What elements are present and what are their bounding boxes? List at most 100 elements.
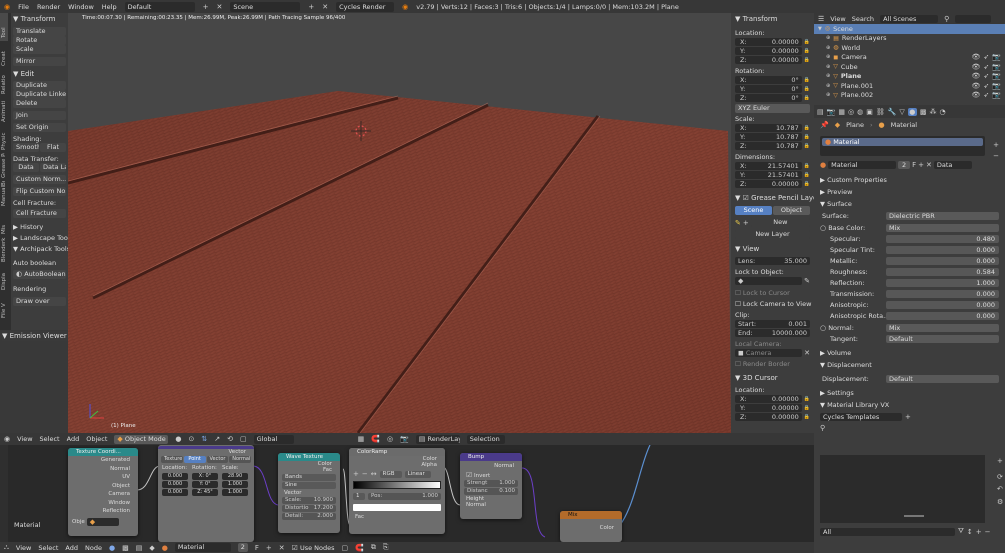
ramp-stop-color[interactable]: [353, 504, 441, 511]
3d-cursor-header[interactable]: ▼ 3D Cursor: [735, 374, 810, 382]
material-name-field[interactable]: Material: [828, 161, 897, 169]
location-y-field[interactable]: Y: 0.00000: [735, 47, 802, 55]
rotate-button[interactable]: Rotate: [13, 36, 66, 45]
material-slot-list[interactable]: ● Material: [820, 136, 985, 156]
mapping-value-field[interactable]: Z: 45°: [192, 489, 218, 496]
displacement-panel[interactable]: ▼ Displacement: [820, 361, 999, 369]
mirror-button[interactable]: Mirror: [13, 57, 66, 66]
outliner-expand-icon[interactable]: ⊕: [826, 73, 830, 79]
n-view-header[interactable]: ▼ View: [735, 245, 810, 253]
lock-icon[interactable]: 🔒: [804, 134, 810, 140]
outliner-search-icon[interactable]: ⚲: [944, 15, 949, 23]
toolshelf-tab[interactable]: Mis: [0, 209, 8, 237]
texture-coordinate-node[interactable]: Texture Coordi... Generated Normal UV Objec…: [68, 448, 138, 536]
lock-icon[interactable]: 🔒: [804, 414, 810, 420]
outliner-item-plane[interactable]: ⊕ ▽ Plane 👁 ➶ 📷: [814, 72, 1005, 82]
lock-icon[interactable]: 🔒: [804, 39, 810, 45]
mapping-value-field[interactable]: X: 0°: [192, 473, 218, 480]
lock-icon[interactable]: 🔒: [804, 181, 810, 187]
shader-tree-icon[interactable]: ●: [109, 544, 115, 552]
node-editor[interactable]: Material Texture Coordi... Generated Norm…: [0, 445, 814, 542]
screen-layout-select[interactable]: Default: [124, 1, 195, 12]
toolshelf-tab[interactable]: Grease Pen: [0, 153, 8, 181]
outliner-expand-icon[interactable]: ⊕: [826, 35, 830, 41]
ramp-color-mode[interactable]: RGB: [379, 470, 402, 478]
mapping-tab[interactable]: Texture: [161, 456, 183, 463]
selectable-icon[interactable]: ➶: [983, 72, 989, 80]
lock-icon[interactable]: 🔒: [804, 57, 810, 63]
renderable-icon[interactable]: 📷: [992, 91, 1001, 99]
ramp-pos-field[interactable]: Pos: 1.000: [368, 493, 441, 500]
lock-icon[interactable]: 🔒: [804, 48, 810, 54]
library-remove-item-icon[interactable]: −: [985, 528, 991, 536]
node-view-menu[interactable]: View: [16, 544, 31, 552]
mapping-value-field[interactable]: 28.90: [222, 473, 248, 480]
mapping-tab[interactable]: Normal: [229, 456, 251, 463]
new-layer-button[interactable]: New Layer: [735, 230, 810, 239]
library-refresh-icon[interactable]: ⟳: [997, 473, 1003, 481]
remove-layout-icon[interactable]: ✕: [216, 3, 222, 11]
material-slot-item[interactable]: ● Material: [822, 138, 983, 146]
render-engine-select[interactable]: Cycles Render: [336, 1, 395, 12]
outliner-item-plane001[interactable]: ⊕ ▽ Plane.001 👁 ➶ 📷: [814, 81, 1005, 91]
material-tab-icon[interactable]: ●: [907, 107, 917, 116]
normal-socket-icon[interactable]: ○: [820, 324, 826, 332]
texcoord-node-header[interactable]: Texture Coordi...: [68, 448, 138, 456]
edit-panel-header[interactable]: ▼ Edit: [13, 69, 66, 79]
visibility-icon[interactable]: 👁: [972, 82, 981, 90]
location-z-field[interactable]: Z: 0.00000: [735, 56, 802, 64]
3d-viewport[interactable]: Time:00:07.30 | Remaining:00:23.35 | Mem…: [68, 13, 731, 433]
outliner-expand-icon[interactable]: ⊕: [826, 54, 830, 60]
surface-shader-field[interactable]: Dielectric PBR: [886, 212, 999, 220]
menu-file[interactable]: File: [18, 3, 29, 11]
duplicate-button[interactable]: Duplicate: [13, 81, 66, 90]
rotation-z-field[interactable]: Z: 0°: [735, 94, 802, 102]
mix-node[interactable]: Mix Color: [560, 511, 622, 542]
node-material-field[interactable]: Material: [174, 543, 231, 552]
visibility-icon[interactable]: 👁: [972, 91, 981, 99]
visibility-icon[interactable]: 👁: [972, 72, 981, 80]
lock-icon[interactable]: 🔒: [804, 405, 810, 411]
n-transform-header[interactable]: ▼ Transform: [735, 14, 810, 24]
node-select-menu[interactable]: Select: [38, 544, 58, 552]
lock-icon[interactable]: 🔒: [804, 143, 810, 149]
scale-manipulator-icon[interactable]: ▢: [240, 435, 247, 443]
settings-panel[interactable]: ▶ Settings: [820, 389, 999, 397]
library-select[interactable]: Cycles Templates: [820, 413, 902, 421]
lock-camera-checkbox[interactable]: ☐ Lock Camera to View: [735, 300, 811, 308]
ramp-stop-index[interactable]: 1: [353, 493, 365, 500]
snap-icon[interactable]: 🧲: [371, 435, 380, 443]
toolshelf-tab[interactable]: Animati: [0, 97, 8, 125]
selectable-icon[interactable]: ➶: [983, 82, 989, 90]
lock-icon[interactable]: 🔒: [804, 163, 810, 169]
object-shader-icon[interactable]: ◆: [149, 544, 154, 552]
wave-profile-select[interactable]: Sine: [282, 482, 336, 489]
base-color-field[interactable]: Mix: [886, 224, 999, 232]
scene-tab-icon[interactable]: ◎: [848, 108, 854, 116]
visibility-icon[interactable]: 👁: [972, 63, 981, 71]
mapping-tab[interactable]: Point: [183, 456, 206, 463]
cursor-y-field[interactable]: Y: 0.00000: [735, 404, 802, 412]
selectable-icon[interactable]: ➶: [983, 63, 989, 71]
bump-invert-checkbox[interactable]: ☑ Invert: [460, 471, 522, 479]
layers-icon[interactable]: ▦: [358, 435, 365, 443]
library-settings-icon[interactable]: ⚙: [997, 498, 1003, 506]
clip-start-field[interactable]: Start: 0.001: [735, 320, 810, 328]
pin-icon[interactable]: 📌: [820, 121, 829, 129]
use-nodes-checkbox[interactable]: ☑ Use Nodes: [292, 544, 335, 552]
library-add-item-icon[interactable]: +: [976, 528, 982, 536]
material-browse-icon[interactable]: ●: [820, 161, 826, 169]
lock-icon[interactable]: 🔒: [804, 95, 810, 101]
dimension-z-field[interactable]: Z: 0.00000: [735, 180, 802, 188]
add-menu[interactable]: Add: [67, 435, 80, 443]
join-button[interactable]: Join: [13, 111, 66, 120]
node-unlink-material-icon[interactable]: ✕: [279, 544, 285, 552]
menu-window[interactable]: Window: [68, 3, 94, 11]
object-tab-icon[interactable]: ▣: [866, 108, 873, 116]
compositing-tree-icon[interactable]: ▤: [136, 544, 143, 552]
list-resize-handle[interactable]: [904, 515, 924, 517]
pivot-icon[interactable]: ⊙: [188, 435, 194, 443]
ramp-flip-icon[interactable]: ↔: [371, 470, 377, 478]
property-slider[interactable]: 0.000: [886, 312, 999, 320]
set-origin-button[interactable]: Set Origin: [13, 123, 66, 132]
